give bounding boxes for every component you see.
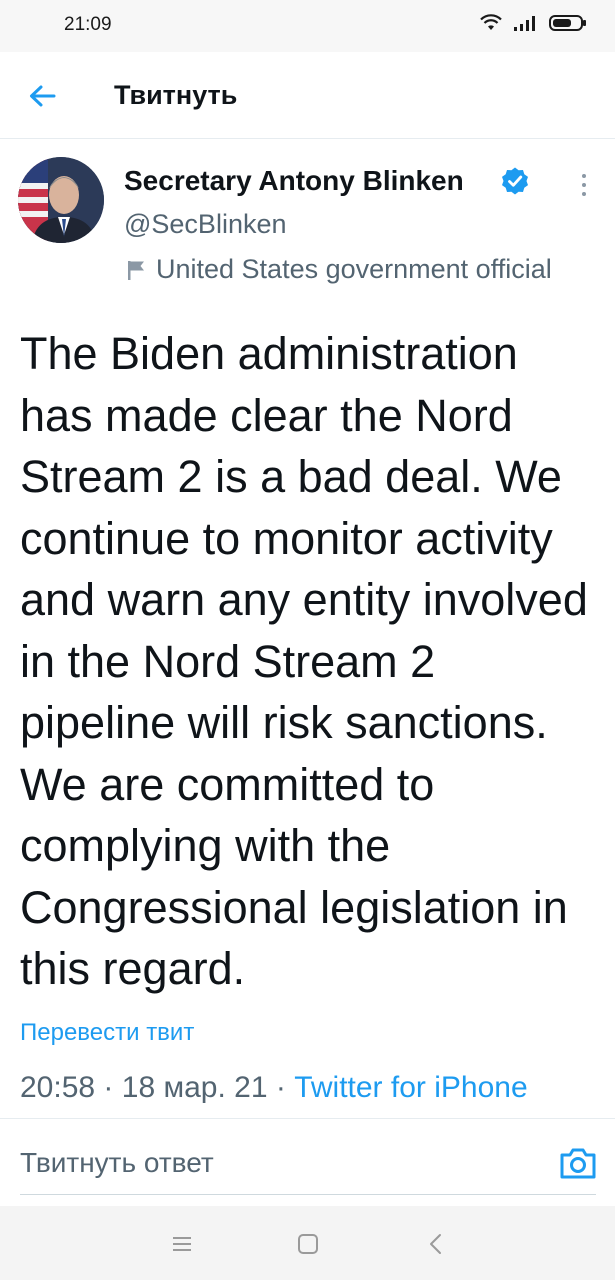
system-nav-bar <box>0 1206 615 1280</box>
meta-separator: · <box>275 1071 286 1104</box>
back-button[interactable] <box>22 76 62 116</box>
meta-separator: · <box>103 1071 114 1104</box>
header: Твитнуть <box>0 52 615 139</box>
battery-icon <box>549 15 586 31</box>
tweet-date: 18 мар. 21 <box>121 1071 268 1104</box>
author-name[interactable]: Secretary Antony Blinken <box>124 165 464 197</box>
camera-icon[interactable] <box>558 1145 598 1181</box>
translate-link[interactable]: Перевести твит <box>20 1019 194 1047</box>
page-title: Твитнуть <box>114 80 238 110</box>
tweet-meta: 20:58 · 18 мар. 21 · Twitter for iPhone <box>20 1071 528 1105</box>
avatar-image <box>18 157 104 243</box>
author-handle[interactable]: @SecBlinken <box>124 209 287 240</box>
reply-bar: Твитнуть ответ <box>0 1118 615 1207</box>
reply-input[interactable]: Твитнуть ответ <box>20 1139 596 1195</box>
arrow-left-icon <box>30 85 56 107</box>
government-label-text: United States government official <box>156 254 552 284</box>
wifi-icon <box>480 14 502 30</box>
flag-icon <box>128 260 144 280</box>
signal-icon <box>514 16 535 31</box>
verified-badge-icon <box>502 167 528 195</box>
tweet-text: The Biden administration has made clear … <box>20 328 588 994</box>
tweet-time: 20:58 <box>20 1071 96 1104</box>
home-icon[interactable] <box>294 1230 322 1258</box>
tweet-source[interactable]: Twitter for iPhone <box>294 1071 527 1104</box>
status-bar: 21:09 <box>0 0 615 52</box>
more-options-icon[interactable] <box>572 171 596 199</box>
status-time: 21:09 <box>64 14 112 35</box>
avatar[interactable] <box>18 157 104 243</box>
government-label: United States government official <box>124 254 615 285</box>
status-icons <box>479 14 587 32</box>
menu-icon[interactable] <box>168 1230 196 1258</box>
back-nav-icon[interactable] <box>422 1230 450 1258</box>
